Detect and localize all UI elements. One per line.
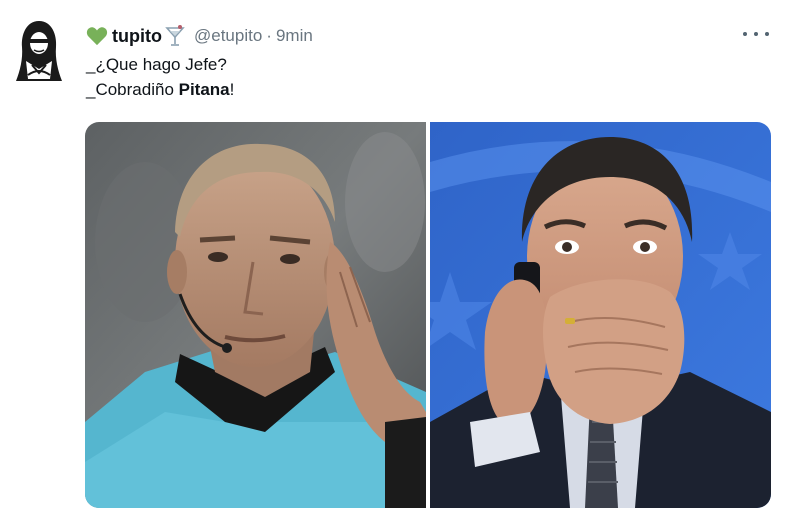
user-handle[interactable]: @etupito [194,26,262,45]
tweet-meta: @etupito · 9min [194,26,313,46]
more-dot [743,32,747,36]
tweet-timestamp[interactable]: 9min [276,26,313,45]
photo-man-on-phone[interactable] [430,122,771,508]
line2-bold: Pitana [178,80,230,99]
more-dot [765,32,769,36]
more-dot [754,32,758,36]
cocktail-glass-icon [165,25,185,46]
photo-referee[interactable] [85,122,426,508]
tweet-card: tupito @etupito · 9min _¿Que hago Jefe? _C… [0,0,786,526]
avatar[interactable] [12,17,66,87]
tweet-text: _¿Que hago Jefe? _Cobradiño Pitana! [86,52,234,102]
line2-suffix: ! [229,80,235,99]
tweet-media[interactable] [85,122,771,508]
line2-prefix: _Cobradiño [86,80,179,99]
tweet-text-line-1: _¿Que hago Jefe? [86,55,227,74]
display-name[interactable]: tupito [112,26,162,47]
tweet-text-line-2: _Cobradiño Pitana! [86,77,234,102]
more-options-icon[interactable] [743,26,769,42]
green-heart-icon [86,27,108,46]
meta-separator: · [266,26,272,45]
tweet-header: tupito @etupito · 9min [86,24,313,48]
